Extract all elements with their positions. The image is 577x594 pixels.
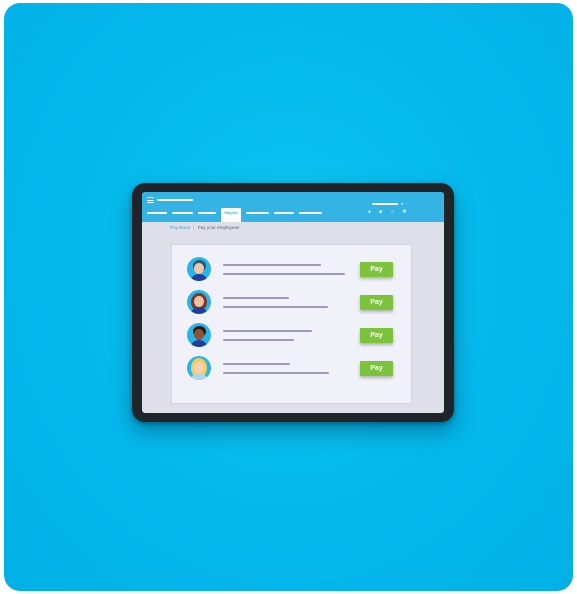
nav-item-placeholder[interactable] xyxy=(274,212,294,214)
chevron-down-icon[interactable]: ▾ xyxy=(401,201,403,206)
tablet-device: Payroll ▾ ● ■ ○ ✻ Pay Runs | Pay your em… xyxy=(132,183,454,422)
employee-list: Pay Pay Pay Pay xyxy=(172,245,411,403)
employee-avatar xyxy=(187,356,211,380)
backdrop: Payroll ▾ ● ■ ○ ✻ Pay Runs | Pay your em… xyxy=(4,3,573,591)
nav-item-placeholder[interactable] xyxy=(147,212,167,214)
breadcrumb: Pay Runs | Pay your employees xyxy=(170,225,239,230)
pay-button[interactable]: Pay xyxy=(360,361,393,376)
nav-item-placeholder[interactable] xyxy=(299,212,322,214)
employee-name-placeholder xyxy=(223,363,290,365)
account-name-placeholder[interactable] xyxy=(372,203,398,205)
message-icon[interactable]: ■ xyxy=(378,210,383,215)
employee-detail-placeholder xyxy=(223,339,294,341)
employee-row: Pay xyxy=(172,290,411,316)
employee-row: Pay xyxy=(172,356,411,382)
bell-icon[interactable]: ● xyxy=(367,210,372,215)
pay-button[interactable]: Pay xyxy=(360,328,393,343)
employee-detail-placeholder xyxy=(223,273,345,275)
employee-name-placeholder xyxy=(223,264,321,266)
search-icon[interactable]: ○ xyxy=(390,210,395,215)
employee-avatar xyxy=(187,323,211,347)
employee-avatar xyxy=(187,290,211,314)
menu-icon[interactable] xyxy=(147,197,154,203)
employee-row: Pay xyxy=(172,323,411,349)
pay-button[interactable]: Pay xyxy=(360,262,393,277)
top-nav-bar: Payroll ▾ ● ■ ○ ✻ xyxy=(142,192,444,222)
nav-tab-active[interactable]: Payroll xyxy=(221,208,241,222)
employee-name-placeholder xyxy=(223,330,312,332)
settings-icon[interactable]: ✻ xyxy=(402,210,407,215)
employee-name-placeholder xyxy=(223,297,289,299)
nav-item-placeholder[interactable] xyxy=(198,212,216,214)
employee-detail-placeholder xyxy=(223,372,329,374)
employee-avatar xyxy=(187,257,211,281)
pay-button[interactable]: Pay xyxy=(360,295,393,310)
breadcrumb-link[interactable]: Pay Runs xyxy=(170,225,190,230)
breadcrumb-separator: | xyxy=(193,225,195,230)
brand-logo-placeholder[interactable] xyxy=(157,199,193,201)
employee-detail-placeholder xyxy=(223,306,328,308)
nav-item-placeholder[interactable] xyxy=(246,212,269,214)
employee-row: Pay xyxy=(172,257,411,283)
nav-item-placeholder[interactable] xyxy=(172,212,193,214)
tablet-screen: Payroll ▾ ● ■ ○ ✻ Pay Runs | Pay your em… xyxy=(142,192,444,413)
breadcrumb-current: Pay your employees xyxy=(197,225,240,230)
